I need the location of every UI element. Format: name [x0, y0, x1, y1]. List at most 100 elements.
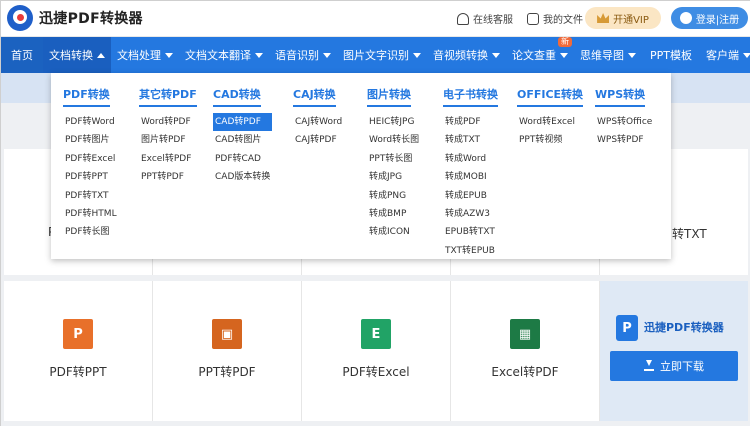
nav-av-convert[interactable]: 音视频转换: [427, 37, 506, 73]
download-promo: P 迅捷PDF转换器 立即下载: [600, 281, 748, 421]
menu-item[interactable]: PDF转Excel: [63, 150, 119, 168]
card-label: PPT转PDF: [198, 365, 256, 379]
menu-item[interactable]: Word转Excel: [517, 113, 583, 131]
menu-item[interactable]: 转成TXT: [443, 131, 498, 149]
caret-down-icon: [743, 52, 750, 58]
column-title: OFFICE转换: [517, 86, 584, 107]
nav-mindmap-label: 思维导图: [580, 49, 624, 62]
excel-file-icon: ▦: [510, 319, 540, 349]
menu-item[interactable]: PPT转PDF: [139, 168, 197, 186]
menu-item[interactable]: 转成Word: [443, 150, 498, 168]
tool-card-pdf-to-excel[interactable]: E PDF转Excel: [302, 281, 451, 421]
caret-down-icon: [560, 52, 568, 58]
menu-item[interactable]: 转成BMP: [367, 205, 421, 223]
nav-speech-label: 语音识别: [275, 49, 319, 62]
doc-convert-dropdown: PDF转换 PDF转Word PDF转图片 PDF转Excel PDF转PPT …: [51, 73, 671, 259]
menu-item[interactable]: 转成AZW3: [443, 205, 498, 223]
menu-item[interactable]: PDF转TXT: [63, 187, 119, 205]
caret-down-icon: [492, 52, 500, 58]
menu-item[interactable]: 转成PDF: [443, 113, 498, 131]
column-title: WPS转换: [595, 86, 646, 107]
tool-card-excel-to-pdf[interactable]: ▦ Excel转PDF: [451, 281, 600, 421]
menu-item[interactable]: CAJ转PDF: [293, 131, 344, 149]
column-title: CAD转换: [213, 86, 261, 107]
nav-av-convert-label: 音视频转换: [433, 49, 488, 62]
menu-item[interactable]: WPS转PDF: [595, 131, 654, 149]
nav-home[interactable]: 首页: [1, 37, 43, 73]
promo-app-name: 迅捷PDF转换器: [644, 321, 724, 334]
caret-down-icon: [323, 52, 331, 58]
column-title: 图片转换: [367, 86, 411, 107]
menu-item[interactable]: Excel转PDF: [139, 150, 197, 168]
nav-doc-process[interactable]: 文档处理: [111, 37, 179, 73]
tool-card-ppt-to-pdf[interactable]: ▣ PPT转PDF: [153, 281, 302, 421]
menu-item[interactable]: PDF转Word: [63, 113, 119, 131]
nav-ocr[interactable]: 图片文字识别: [337, 37, 427, 73]
top-links: 在线客服 我的文件: [457, 11, 597, 26]
download-icon: [644, 360, 654, 371]
my-files-link[interactable]: 我的文件: [527, 11, 583, 26]
online-service-link[interactable]: 在线客服: [457, 11, 513, 26]
tool-card-pdf-to-ppt[interactable]: P PDF转PPT: [4, 281, 153, 421]
nav-home-label: 首页: [11, 49, 33, 62]
vip-button[interactable]: 开通VIP: [585, 7, 661, 29]
dropdown-column-ebook: 电子书转换 转成PDF 转成TXT 转成Word 转成MOBI 转成EPUB 转…: [443, 83, 498, 260]
dropdown-column-to-pdf: 其它转PDF Word转PDF 图片转PDF Excel转PDF PPT转PDF: [139, 83, 197, 187]
menu-item[interactable]: 转成ICON: [367, 223, 421, 241]
menu-item[interactable]: Word转PDF: [139, 113, 197, 131]
nav-mindmap[interactable]: 思维导图: [574, 37, 642, 73]
main-nav: 首页 文档转换 文档处理 文档文本翻译 语音识别 图片文字识别 音视频转换 论文…: [1, 37, 750, 73]
caret-down-icon: [165, 52, 173, 58]
nav-ppt-template[interactable]: PPT模板: [642, 37, 700, 73]
menu-item[interactable]: Word转长图: [367, 131, 421, 149]
crown-icon: [597, 13, 610, 23]
nav-translate[interactable]: 文档文本翻译: [179, 37, 269, 73]
file-icon: [527, 12, 539, 25]
headset-icon: [457, 12, 469, 25]
menu-item[interactable]: PDF转图片: [63, 131, 119, 149]
nav-speech[interactable]: 语音识别: [269, 37, 337, 73]
dropdown-column-image: 图片转换 HEIC转JPG Word转长图 PPT转长图 转成JPG 转成PNG…: [367, 83, 421, 242]
menu-item[interactable]: 转成PNG: [367, 187, 421, 205]
my-files-label: 我的文件: [543, 15, 583, 26]
excel-file-icon: E: [361, 319, 391, 349]
nav-client[interactable]: 客户端: [700, 37, 750, 73]
download-button[interactable]: 立即下载: [610, 351, 738, 381]
nav-plagiarism[interactable]: 论文查重新: [506, 37, 574, 73]
nav-client-label: 客户端: [706, 49, 739, 62]
dropdown-column-office: OFFICE转换 Word转Excel PPT转视频: [517, 83, 584, 150]
login-button[interactable]: 登录|注册: [671, 7, 748, 29]
column-title: PDF转换: [63, 86, 110, 107]
menu-item[interactable]: CAD版本转换: [213, 168, 272, 186]
menu-item[interactable]: PDF转HTML: [63, 205, 119, 223]
app-logo-icon: P: [616, 315, 638, 341]
ppt-file-icon: P: [63, 319, 93, 349]
menu-item[interactable]: EPUB转TXT: [443, 223, 498, 241]
menu-item[interactable]: 转成EPUB: [443, 187, 498, 205]
nav-doc-convert[interactable]: 文档转换: [43, 37, 111, 73]
download-label: 立即下载: [660, 360, 704, 373]
menu-item[interactable]: HEIC转JPG: [367, 113, 421, 131]
menu-item[interactable]: 转成MOBI: [443, 168, 498, 186]
menu-item[interactable]: PDF转CAD: [213, 150, 272, 168]
logo[interactable]: 迅捷PDF转换器: [7, 5, 143, 31]
nav-translate-label: 文档文本翻译: [185, 49, 251, 62]
menu-item[interactable]: CAJ转Word: [293, 113, 344, 131]
menu-item[interactable]: TXT转EPUB: [443, 242, 498, 260]
online-service-label: 在线客服: [473, 15, 513, 26]
menu-item[interactable]: WPS转Office: [595, 113, 654, 131]
menu-item[interactable]: PDF转长图: [63, 223, 119, 241]
menu-item[interactable]: PDF转PPT: [63, 168, 119, 186]
menu-item[interactable]: CAD转图片: [213, 131, 272, 149]
menu-item-selected[interactable]: CAD转PDF: [213, 113, 273, 132]
menu-item[interactable]: PPT转视频: [517, 131, 583, 149]
menu-item[interactable]: 转成JPG: [367, 168, 421, 186]
top-header: 迅捷PDF转换器 在线客服 我的文件 开通VIP 登录|注册: [1, 1, 750, 37]
menu-item[interactable]: PPT转长图: [367, 150, 421, 168]
user-icon: [679, 12, 692, 24]
nav-plagiarism-label: 论文查重: [512, 49, 556, 62]
nav-doc-process-label: 文档处理: [117, 49, 161, 62]
caret-down-icon: [255, 52, 263, 58]
dropdown-column-cad: CAD转换 CAD转PDF CAD转图片 PDF转CAD CAD版本转换: [213, 83, 273, 187]
menu-item[interactable]: 图片转PDF: [139, 131, 197, 149]
